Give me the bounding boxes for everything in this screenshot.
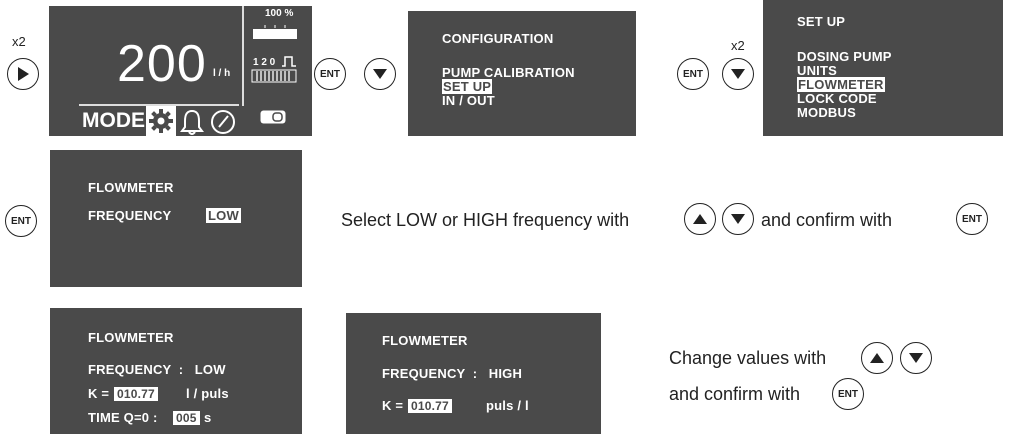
down-button[interactable]	[722, 58, 754, 90]
setup-screen: SET UP DOSING PUMP UNITS FLOWMETER LOCK …	[763, 0, 1003, 136]
frequency-value: LOW	[206, 208, 241, 223]
flowmeter-high-screen: FLOWMETER FREQUENCY : HIGH K = 010.77 pu…	[346, 313, 601, 434]
time-label: TIME Q=0 :	[88, 410, 158, 425]
time-value: 005	[173, 411, 200, 425]
flowmeter-title: FLOWMETER	[382, 333, 468, 348]
setup-item-units: UNITS	[797, 63, 837, 78]
enter-button[interactable]: ENT	[677, 58, 709, 90]
enter-button[interactable]: ENT	[832, 378, 864, 410]
gear-icon	[146, 106, 176, 136]
level-bar-icon	[251, 24, 299, 42]
divider	[242, 6, 244, 106]
setup-item-modbus: MODBUS	[797, 105, 856, 120]
time-unit: s	[204, 410, 212, 425]
gauge-icon	[209, 108, 237, 141]
instruction-confirm-2: and confirm with	[669, 384, 801, 404]
home-screen: 200 l / h 100 % 1 2 0 MODE	[49, 6, 312, 136]
repeat-label: x2	[731, 38, 745, 53]
mode-label: MODE	[82, 109, 145, 132]
enter-button[interactable]: ENT	[956, 203, 988, 235]
arrow-down-icon	[731, 214, 745, 224]
config-item-pump-calibration: PUMP CALIBRATION	[442, 65, 575, 80]
arrow-down-icon	[909, 353, 923, 363]
arrow-down-icon	[373, 69, 387, 79]
instruction-change: Change values with	[669, 348, 827, 368]
up-button[interactable]	[861, 342, 893, 374]
flowmeter-low-screen: FLOWMETER FREQUENCY : LOW K = 010.77 l /…	[50, 308, 302, 434]
up-button[interactable]	[684, 203, 716, 235]
arrow-up-icon	[870, 353, 884, 363]
toggle-icon	[260, 110, 286, 129]
bell-icon	[179, 108, 205, 141]
repeat-label: x2	[12, 34, 26, 49]
k-label: K =	[88, 386, 110, 401]
k-label: K =	[382, 398, 404, 413]
down-button[interactable]	[722, 203, 754, 235]
config-item-in-out: IN / OUT	[442, 93, 495, 108]
setup-item-dosing-pump: DOSING PUMP	[797, 49, 892, 64]
flowmeter-select-screen: FLOWMETER FREQUENCY LOW	[50, 150, 302, 287]
k-unit: l / puls	[186, 386, 229, 401]
setup-item-flowmeter: FLOWMETER	[797, 77, 885, 92]
flow-value: 200	[117, 35, 207, 93]
flow-unit: l / h	[213, 68, 231, 79]
frequency-low: FREQUENCY : LOW	[88, 362, 226, 377]
frequency-high: FREQUENCY : HIGH	[382, 366, 523, 381]
down-button[interactable]	[900, 342, 932, 374]
instruction-select: Select LOW or HIGH frequency with	[341, 210, 630, 230]
right-button[interactable]	[7, 58, 39, 90]
setup-title: SET UP	[797, 14, 846, 29]
instruction-confirm: and confirm with	[761, 210, 893, 230]
config-title: CONFIGURATION	[442, 31, 554, 46]
configuration-screen: CONFIGURATION PUMP CALIBRATION SET UP IN…	[408, 11, 636, 136]
enter-button[interactable]: ENT	[5, 205, 37, 237]
arrow-up-icon	[693, 214, 707, 224]
percent-label: 100 %	[265, 8, 294, 19]
play-icon	[18, 67, 29, 81]
arrow-down-icon	[731, 69, 745, 79]
frequency-label: FREQUENCY	[88, 208, 172, 223]
pulse-bar-icon	[251, 69, 297, 88]
flowmeter-title: FLOWMETER	[88, 180, 174, 195]
flowmeter-title: FLOWMETER	[88, 330, 174, 345]
k-value: 010.77	[114, 387, 158, 401]
enter-button[interactable]: ENT	[314, 58, 346, 90]
k-unit: puls / l	[486, 398, 529, 413]
k-value: 010.77	[408, 399, 452, 413]
pulse-label: 1 2 0	[253, 57, 276, 68]
setup-item-lock-code: LOCK CODE	[797, 91, 877, 106]
config-item-set-up: SET UP	[442, 79, 493, 94]
down-button[interactable]	[364, 58, 396, 90]
